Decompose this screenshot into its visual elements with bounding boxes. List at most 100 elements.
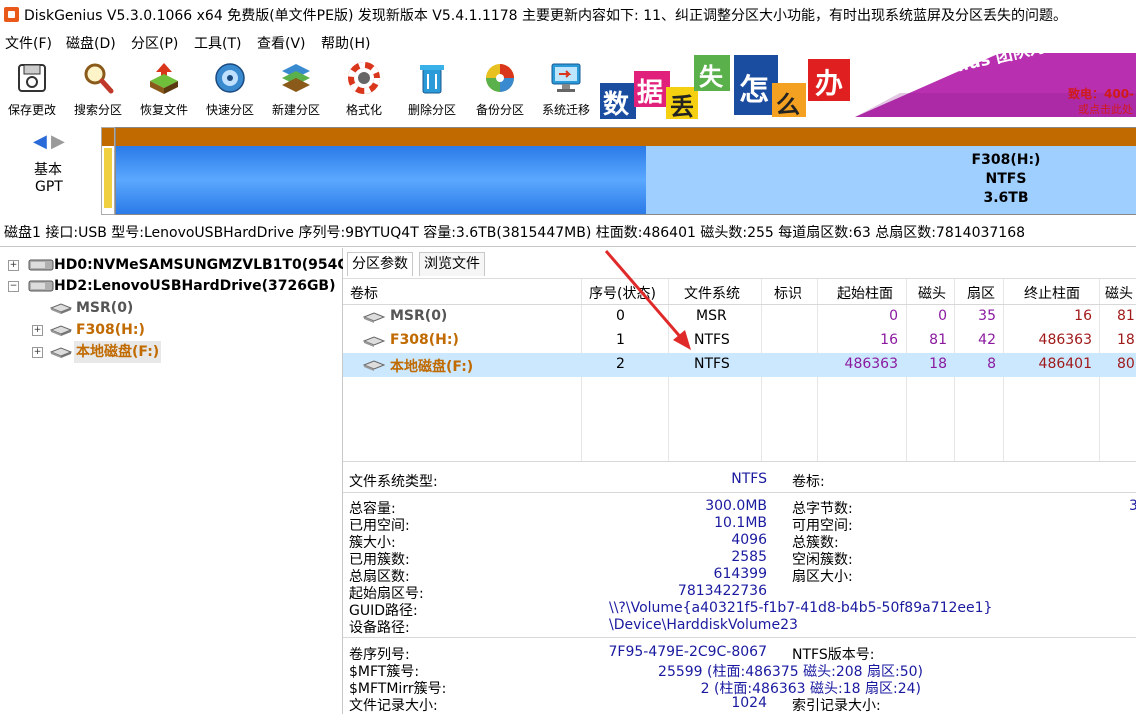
title-bar: DiskGenius V5.3.0.1066 x64 免费版(单文件PE版) 发… (0, 0, 1136, 29)
banner-char-1: 数 (603, 90, 630, 120)
table-row-selected[interactable]: 本地磁盘(F:) 2 NTFS 486363 18 8 486401 80 (343, 353, 1136, 377)
format-button[interactable]: 格式化 (332, 57, 396, 119)
format-label: 格式化 (345, 103, 382, 117)
menu-view[interactable]: 查看(V) (257, 33, 306, 53)
next-disk-arrow-icon[interactable]: ▶ (51, 131, 65, 152)
backup-partition-label: 备份分区 (475, 103, 524, 117)
prop-value: 1024 (731, 695, 767, 711)
prop-label: 索引记录大小: (792, 698, 881, 714)
delete-icon (420, 65, 444, 94)
quick-partition-button[interactable]: 快速分区 (198, 57, 262, 119)
disk-type-gpt: GPT (35, 179, 63, 195)
prev-disk-arrow-icon[interactable]: ◀ (33, 131, 47, 152)
table-row[interactable]: F308(H:) 1 NTFS 16 81 42 486363 18 (343, 329, 1136, 353)
row-name: F308(H:) (390, 332, 459, 348)
msr-partition-block[interactable] (101, 127, 115, 215)
tree-partition-label: MSR(0) (76, 300, 134, 316)
app-icon (4, 7, 19, 22)
partition-icon (363, 336, 385, 347)
col-header-end-cyl[interactable]: 终止柱面 (1024, 283, 1080, 303)
menu-help[interactable]: 帮助(H) (321, 33, 370, 53)
row-end-cyl: 16 (1074, 308, 1092, 324)
prop-value: 7813422736 (677, 583, 767, 599)
menu-tools[interactable]: 工具(T) (194, 33, 241, 53)
disk-tree-panel: + HD0:NVMeSAMSUNGMZVLB1T0(954G − HD2:Len… (0, 248, 349, 714)
tree-expand-icon[interactable]: + (8, 260, 19, 271)
row-name: MSR(0) (390, 308, 448, 324)
disk-type-basic: 基本 (34, 162, 62, 178)
row-name: 本地磁盘(F:) (390, 359, 474, 375)
search-icon (84, 63, 114, 94)
row-head: 0 (938, 308, 947, 324)
menu-partition[interactable]: 分区(P) (131, 33, 178, 53)
col-header-label[interactable]: 卷标 (350, 283, 378, 303)
col-header-end-head[interactable]: 磁头 (1105, 283, 1133, 303)
prop-value: 300.0MB (705, 498, 767, 514)
row-number: 2 (616, 356, 625, 372)
partition-icon (50, 325, 72, 336)
col-header-id[interactable]: 标识 (774, 283, 802, 303)
prop-value: 2585 (731, 549, 767, 565)
f308-partition-block[interactable]: F308(H:) NTFS 3.6TB (115, 127, 1136, 215)
prop-value: 4096 (731, 532, 767, 548)
row-sector: 8 (987, 356, 996, 372)
menu-disk[interactable]: 磁盘(D) (66, 33, 116, 53)
banner-click-here: 或点击此处 (1078, 103, 1133, 116)
divider (0, 246, 1136, 247)
col-header-start-cyl[interactable]: 起始柱面 (837, 283, 893, 303)
usb-disk-icon (28, 280, 54, 292)
prop-value: 10.1MB (714, 515, 767, 531)
disk-info-line: 磁盘1 接口:USB 型号:LenovoUSBHardDrive 序列号:9BY… (0, 219, 1136, 243)
prop-value: \\?\Volume{a40321f5-f1b7-41d8-b4b5-50f89… (609, 600, 993, 616)
row-head: 81 (929, 332, 947, 348)
system-migrate-button[interactable]: 系统迁移 (534, 57, 598, 119)
col-header-head[interactable]: 磁头 (918, 283, 946, 303)
recover-icon (150, 63, 178, 94)
new-partition-label: 新建分区 (271, 103, 320, 117)
row-end-head: 81 (1117, 308, 1135, 324)
partition-icon (50, 347, 72, 358)
format-icon (348, 62, 380, 94)
delete-partition-button[interactable]: 删除分区 (400, 57, 464, 119)
row-end-cyl: 486401 (1038, 356, 1092, 372)
row-end-cyl: 486363 (1038, 332, 1092, 348)
prop-label: 文件系统类型: (349, 474, 438, 490)
col-header-sector[interactable]: 扇区 (967, 283, 995, 303)
prop-value: NTFS (731, 471, 767, 487)
promo-banner[interactable]: 数 据 丢 失 怎 么 办 DiskGenius 团队为您服务 致电：400- … (600, 53, 1136, 120)
prop-label: 设备路径: (349, 620, 410, 636)
menu-file[interactable]: 文件(F) (5, 33, 52, 53)
banner-phone: 致电：400- (1068, 87, 1135, 101)
backup-partition-button[interactable]: 备份分区 (468, 57, 532, 119)
banner-char-6: 么 (776, 91, 800, 119)
partition-block-name: F308(H:) (971, 152, 1041, 168)
recover-files-button[interactable]: 恢复文件 (132, 57, 196, 119)
row-head: 18 (929, 356, 947, 372)
tree-expand-icon[interactable]: + (32, 325, 43, 336)
new-partition-button[interactable]: 新建分区 (264, 57, 328, 119)
search-partition-button[interactable]: 搜索分区 (66, 57, 130, 119)
row-end-head: 18 (1117, 332, 1135, 348)
save-icon (18, 64, 46, 92)
partition-table: 卷标 序号(状态) 文件系统 标识 起始柱面 磁头 扇区 终止柱面 磁头 MSR… (343, 278, 1136, 461)
tree-partition-label: F308(H:) (76, 322, 145, 338)
tab-browse-files[interactable]: 浏览文件 (419, 252, 485, 276)
tree-disk-label: HD0:NVMeSAMSUNGMZVLB1T0(954G (54, 257, 349, 273)
table-row[interactable]: MSR(0) 0 MSR 0 0 35 16 81 (343, 305, 1136, 329)
menu-bar: 文件(F) 磁盘(D) 分区(P) 工具(T) 查看(V) 帮助(H) (0, 29, 1136, 53)
tree-collapse-icon[interactable]: − (8, 281, 19, 292)
partition-block-fs: NTFS (985, 171, 1027, 187)
banner-char-7: 办 (815, 67, 844, 100)
tree-disk-label: HD2:LenovoUSBHardDrive(3726GB) (54, 278, 336, 294)
tab-partition-params[interactable]: 分区参数 (347, 252, 413, 276)
row-start-cyl: 486363 (844, 356, 898, 372)
row-sector: 42 (978, 332, 996, 348)
annotation-arrow (604, 250, 691, 350)
banner-char-4: 失 (699, 63, 723, 91)
prop-value: 614399 (713, 566, 767, 582)
partition-icon (363, 312, 385, 323)
system-migrate-label: 系统迁移 (541, 103, 590, 117)
save-changes-button[interactable]: 保存更改 (0, 57, 64, 119)
quick-partition-label: 快速分区 (205, 103, 254, 117)
tree-expand-icon[interactable]: + (32, 347, 43, 358)
